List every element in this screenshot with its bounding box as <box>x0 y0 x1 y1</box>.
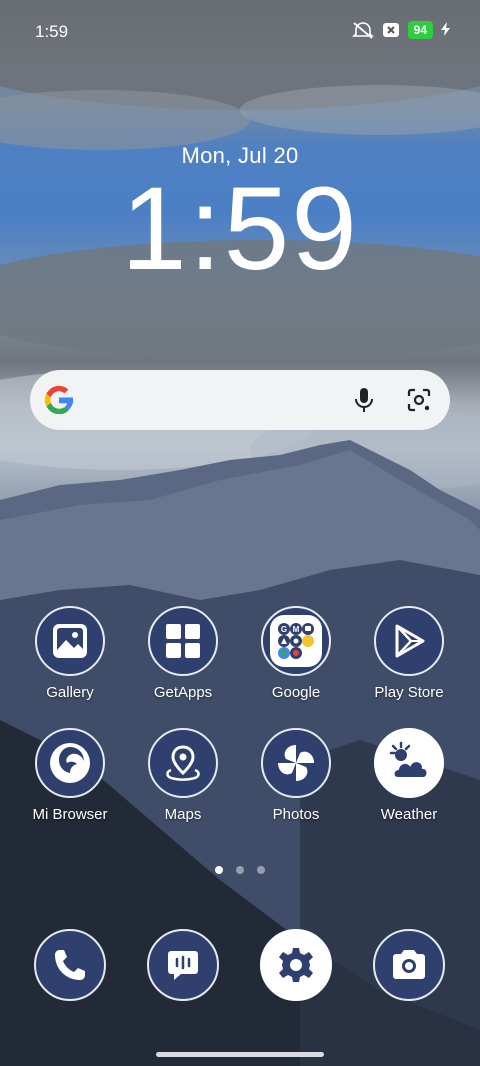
app-label: GetApps <box>153 684 213 701</box>
dock-camera[interactable] <box>354 929 464 1001</box>
dock-phone[interactable] <box>15 929 125 1001</box>
dock-messages[interactable] <box>128 929 238 1001</box>
mi-browser-icon <box>35 728 105 798</box>
dock-settings[interactable] <box>241 929 351 1001</box>
page-indicator <box>0 866 480 874</box>
phone-icon <box>34 929 106 1001</box>
play-store-icon <box>374 606 444 676</box>
mute-icon <box>351 21 374 39</box>
mic-icon[interactable] <box>353 387 375 418</box>
weather-icon <box>374 728 444 798</box>
page-dot[interactable] <box>257 866 265 874</box>
page-dot-active[interactable] <box>215 866 223 874</box>
google-folder-icon: G M <box>261 606 331 676</box>
status-icons: 94 <box>351 21 450 39</box>
app-play-store[interactable]: Play Store <box>354 606 464 701</box>
app-mi-browser[interactable]: Mi Browser <box>15 728 125 823</box>
app-google-folder[interactable]: G M Google <box>241 606 351 701</box>
settings-icon <box>260 929 332 1001</box>
status-bar: 1:59 94 <box>0 0 480 60</box>
lens-icon[interactable] <box>406 387 432 418</box>
sim-icon <box>382 22 400 38</box>
google-search-bar[interactable] <box>30 370 450 430</box>
app-label: Mi Browser <box>32 806 108 823</box>
app-label: Play Store <box>374 684 444 701</box>
lockscreen-clock: 1:59 <box>121 163 359 295</box>
app-weather[interactable]: Weather <box>354 728 464 823</box>
app-maps[interactable]: Maps <box>128 728 238 823</box>
page-dot[interactable] <box>236 866 244 874</box>
charging-icon <box>441 21 450 39</box>
gallery-icon <box>35 606 105 676</box>
app-photos[interactable]: Photos <box>241 728 351 823</box>
app-label: Google <box>271 684 321 701</box>
maps-icon <box>148 728 218 798</box>
app-label: Gallery <box>46 684 94 701</box>
google-logo-icon <box>42 383 76 422</box>
photos-icon <box>261 728 331 798</box>
app-label: Photos <box>272 806 320 823</box>
svg-text:G: G <box>281 625 287 634</box>
app-label: Maps <box>164 806 202 823</box>
status-time: 1:59 <box>35 22 69 41</box>
messages-icon <box>147 929 219 1001</box>
app-getapps[interactable]: GetApps <box>128 606 238 701</box>
svg-text:M: M <box>293 625 300 634</box>
battery-icon: 94 <box>407 21 433 39</box>
camera-icon <box>373 929 445 1001</box>
app-label: Weather <box>380 806 438 823</box>
app-gallery[interactable]: Gallery <box>15 606 125 701</box>
home-indicator[interactable] <box>156 1052 324 1057</box>
getapps-icon <box>148 606 218 676</box>
